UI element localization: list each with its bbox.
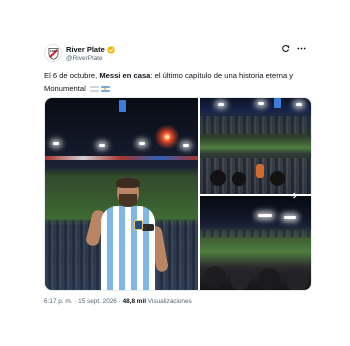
- more-button[interactable]: [297, 44, 306, 53]
- post-date[interactable]: 15 sept. 2026: [78, 298, 117, 305]
- media-photo-messi[interactable]: [45, 98, 198, 290]
- stadium-banner: [45, 156, 198, 160]
- media-next-button[interactable]: [285, 187, 301, 203]
- post-meta: 6:17 p. m. · 15 sept. 2026 · 48,8 mil Vi…: [44, 298, 192, 305]
- author-name[interactable]: River Plate: [66, 45, 105, 54]
- views-count: 48,8 mil: [122, 298, 147, 305]
- stadium-light: [258, 102, 264, 105]
- media-photo-stadium-crowd[interactable]: [200, 196, 311, 290]
- stadium-light: [99, 144, 105, 147]
- author-name-row: River Plate: [66, 44, 115, 55]
- stadium-light: [53, 142, 59, 145]
- stadium-light: [284, 216, 296, 219]
- argentina-flag-icon: [100, 85, 110, 92]
- stand-crowd: [200, 230, 311, 238]
- post-actions: [281, 44, 306, 53]
- media-tag-icon: [119, 100, 126, 112]
- stadium-light: [218, 103, 224, 106]
- grok-button[interactable]: [281, 44, 290, 53]
- stand-crowd: [200, 116, 311, 134]
- firework: [154, 124, 180, 150]
- post-text-bold: Messi en casa: [99, 71, 151, 80]
- meta-separator: ·: [118, 298, 121, 305]
- views-label: Visualizaciones: [147, 298, 192, 305]
- arrow-right-icon: [289, 192, 297, 198]
- media-grid: [44, 97, 312, 291]
- stadium-light: [139, 142, 145, 145]
- verified-badge-icon: [107, 45, 115, 54]
- stadium-light: [183, 144, 189, 147]
- media-photo-stadium-night[interactable]: [200, 98, 311, 194]
- flag-emoji-icon: [89, 85, 99, 92]
- meta-separator: ·: [74, 298, 77, 305]
- media-tag-icon: [274, 98, 281, 108]
- stadium-light: [258, 214, 272, 217]
- post-text-part1: El 6 de octubre,: [44, 71, 100, 80]
- river-plate-crest-icon: CARP: [48, 47, 58, 60]
- post-text: El 6 de octubre, Messi en casa: el últim…: [44, 70, 306, 95]
- grok-icon: [282, 44, 290, 52]
- post-time[interactable]: 6:17 p. m.: [44, 298, 72, 305]
- player-figure: [84, 178, 169, 290]
- post-card: CARP River Plate @RiverPlate El 6 de oct…: [0, 0, 350, 346]
- stadium-light: [296, 103, 302, 106]
- author-handle[interactable]: @RiverPlate: [66, 55, 103, 62]
- svg-text:CARP: CARP: [49, 49, 57, 53]
- avatar[interactable]: CARP: [44, 44, 62, 62]
- more-icon: [297, 47, 306, 50]
